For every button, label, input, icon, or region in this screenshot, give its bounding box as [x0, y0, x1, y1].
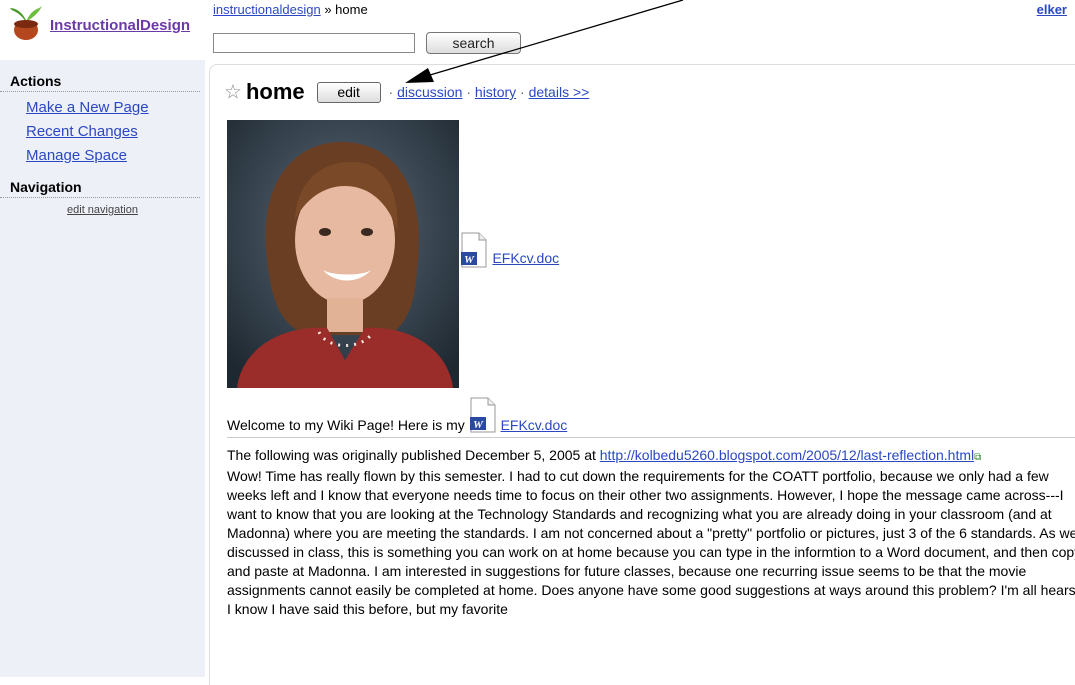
breadcrumb: instructionaldesign » home	[213, 2, 368, 17]
article-text: Wow! Time has really flown by this semes…	[227, 468, 1075, 617]
svg-text:W: W	[473, 419, 484, 431]
article-body: The following was originally published D…	[227, 446, 1075, 619]
main-content: ☆ home edit · discussion · history · detai…	[209, 64, 1075, 685]
actions-heading: Actions	[0, 73, 200, 92]
welcome-text: Welcome to my Wiki Page! Here is my	[227, 417, 465, 433]
tab-details[interactable]: details >>	[529, 84, 590, 100]
star-icon[interactable]: ☆	[224, 82, 242, 104]
make-new-page-link[interactable]: Make a New Page	[26, 99, 149, 116]
welcome-line: Welcome to my Wiki Page! Here is my W EF…	[227, 397, 567, 433]
intro-text: The following was originally published D…	[227, 447, 596, 463]
top-bar: InstructionalDesign instructionaldesign …	[0, 0, 1075, 60]
divider	[227, 437, 1075, 438]
word-doc-icon: W	[461, 232, 487, 268]
attachment-1: W EFKcv.doc	[460, 232, 559, 268]
navigation-heading: Navigation	[0, 179, 200, 198]
manage-space-link[interactable]: Manage Space	[26, 147, 127, 164]
actions-list: Make a New Page Recent Changes Manage Sp…	[0, 99, 205, 171]
blog-link[interactable]: http://kolbedu5260.blogspot.com/2005/12/…	[600, 447, 974, 463]
attachment-2-link[interactable]: EFKcv.doc	[501, 417, 568, 433]
logo-plant-icon	[10, 6, 42, 40]
external-link-icon: ⧉	[974, 452, 982, 463]
word-doc-icon: W	[469, 397, 496, 433]
page-title: home	[245, 79, 305, 104]
title-row: ☆ home edit · discussion · history · detai…	[224, 79, 590, 104]
profile-photo	[227, 120, 459, 388]
breadcrumb-separator: »	[324, 2, 332, 17]
user-link[interactable]: elker	[1037, 2, 1067, 17]
space-name-link[interactable]: InstructionalDesign	[50, 17, 190, 34]
recent-changes-link[interactable]: Recent Changes	[26, 123, 138, 140]
tab-discussion[interactable]: discussion	[397, 84, 462, 100]
search-input[interactable]	[213, 33, 415, 53]
search-button[interactable]: search	[426, 32, 521, 54]
attachment-1-link[interactable]: EFKcv.doc	[492, 250, 559, 266]
tab-history[interactable]: history	[475, 84, 516, 100]
breadcrumb-space-link[interactable]: instructionaldesign	[213, 2, 321, 17]
svg-text:W: W	[464, 254, 475, 266]
breadcrumb-current: home	[335, 2, 368, 17]
edit-button[interactable]: edit	[316, 81, 381, 103]
edit-navigation-link[interactable]: edit navigation	[67, 204, 138, 216]
sidebar: Actions Make a New Page Recent Changes M…	[0, 60, 205, 677]
page-tabs: · discussion · history · details >>	[384, 84, 590, 100]
